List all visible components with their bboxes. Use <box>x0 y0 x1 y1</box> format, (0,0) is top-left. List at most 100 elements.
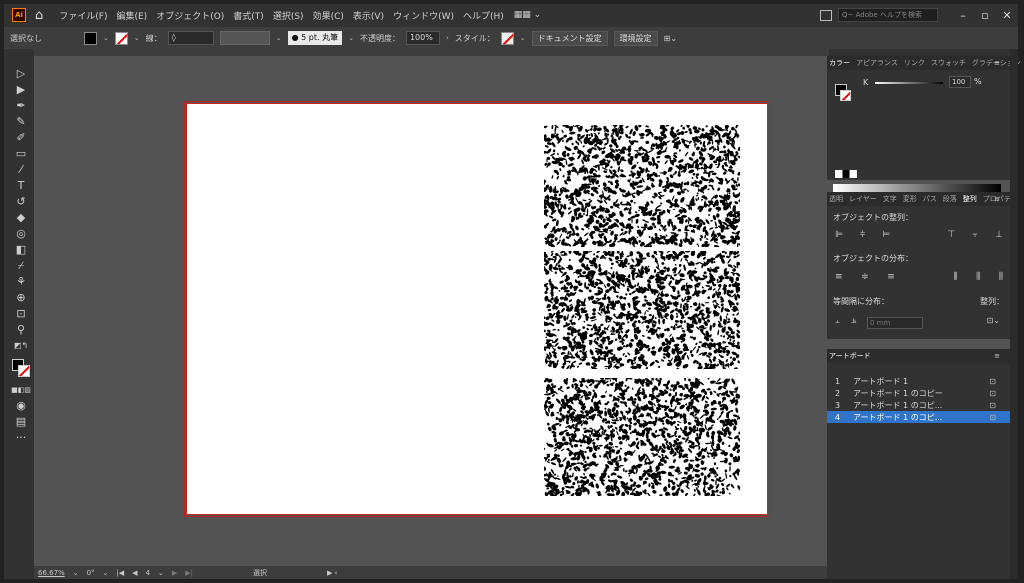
opacity-label[interactable]: 不透明度： <box>360 33 400 44</box>
warp-tool-icon[interactable]: ◎ <box>11 226 31 242</box>
help-search-input[interactable]: Q~ Adobe ヘルプを検索 <box>838 8 938 22</box>
color-stroke-swatch[interactable] <box>840 90 851 101</box>
draw-mode-icon[interactable]: ◉ <box>11 398 31 414</box>
tab-align[interactable]: 整列 <box>963 194 977 204</box>
menu-file[interactable]: ファイル(F) <box>59 9 107 22</box>
artboard-options-icon[interactable]: ⊡ <box>989 401 996 410</box>
more-tools-icon[interactable]: ··· <box>11 430 31 446</box>
status-arrows-icon[interactable]: ▶ ‹ <box>327 569 337 577</box>
align-to-dropdown-icon[interactable]: ⊡⌄ <box>987 316 1000 325</box>
tab-transform[interactable]: 変形 <box>903 194 917 204</box>
distribute-bottom-icon[interactable]: ≡ <box>887 272 895 282</box>
first-artboard-icon[interactable]: |◀ <box>116 569 124 577</box>
tab-swatches[interactable]: スウォッチ <box>931 58 966 68</box>
screen-mode-icon[interactable]: ▤ <box>11 414 31 430</box>
k-channel-input[interactable]: 100 <box>949 76 971 88</box>
k-channel-slider[interactable] <box>875 82 943 84</box>
rotate-tool-icon[interactable]: ↺ <box>11 194 31 210</box>
zoom-tool-icon[interactable]: ⚲ <box>11 322 31 338</box>
swap-fill-stroke-icon[interactable]: ◩↰ <box>11 338 31 354</box>
last-artboard-icon[interactable]: ▶| <box>185 569 193 577</box>
canvas-area[interactable] <box>34 56 829 566</box>
brush-definition-dropdown[interactable]: ● 5 pt. 丸筆 <box>287 31 343 45</box>
rotation-value[interactable]: 0° <box>87 569 95 577</box>
artboard-options-icon[interactable]: ⊡ <box>989 413 996 422</box>
blend-tool-icon[interactable]: ⚘ <box>11 274 31 290</box>
fill-swatch[interactable] <box>84 31 97 45</box>
preferences-button[interactable]: 環境設定 <box>613 30 658 46</box>
tab-layers[interactable]: レイヤー <box>849 194 877 204</box>
distribute-left-icon[interactable]: ⫼ <box>953 272 957 282</box>
artboard-name[interactable]: アートボード 1 のコピ... <box>853 412 942 423</box>
direct-selection-tool-icon[interactable]: ▶ <box>11 82 31 98</box>
artboard-list-item[interactable]: 1 アートボード 1 ⊡ <box>827 375 1010 387</box>
fill-stroke-indicator[interactable] <box>11 358 31 378</box>
gradient-tool-icon[interactable]: ◧ <box>11 242 31 258</box>
distribute-right-icon[interactable]: ⫼ <box>999 272 1003 282</box>
noise-pattern-block-1[interactable] <box>544 125 740 247</box>
align-bottom-icon[interactable]: ⊥ <box>995 230 1003 240</box>
chevron-down-icon[interactable]: ⌄ <box>103 569 109 577</box>
panel-menu-icon[interactable]: ≡ <box>994 59 1000 67</box>
arrange-icon[interactable]: ⊞⌄ <box>664 34 677 43</box>
tab-paragraph[interactable]: 段落 <box>943 194 957 204</box>
zoom-level[interactable]: 66.67% <box>38 569 65 577</box>
distribute-vcenter-icon[interactable]: ≑ <box>861 272 869 282</box>
prev-artboard-icon[interactable]: ◀ <box>132 569 137 577</box>
artboard-list-item-selected[interactable]: 4 アートボード 1 のコピ... ⊡ <box>827 411 1010 423</box>
artboard-name[interactable]: アートボード 1 のコピ... <box>853 400 942 411</box>
artboard-number[interactable]: 4 <box>146 569 150 577</box>
tab-appearance[interactable]: アピアランス <box>856 58 898 68</box>
next-artboard-icon[interactable]: ▶ <box>172 569 177 577</box>
stroke-swatch[interactable] <box>18 365 30 377</box>
artboard-list-item[interactable]: 3 アートボード 1 のコピ... ⊡ <box>827 399 1010 411</box>
align-vcenter-icon[interactable]: ⫟ <box>972 230 977 240</box>
panel-menu-icon[interactable]: ≡ <box>994 352 1000 360</box>
chevron-down-icon[interactable]: ⌄ <box>276 34 282 42</box>
menu-select[interactable]: 選択(S) <box>273 9 304 22</box>
arrange-documents-icon[interactable] <box>820 9 832 21</box>
opacity-input[interactable]: 100% <box>405 31 440 45</box>
chevron-down-icon[interactable]: ⌄ <box>134 34 140 42</box>
artboard-name[interactable]: アートボード 1 <box>853 376 908 387</box>
artboard-options-icon[interactable]: ⊡ <box>989 377 996 386</box>
distribute-vspace-icon[interactable]: ⫠ <box>835 316 840 326</box>
blob-brush-tool-icon[interactable]: ✐ <box>11 130 31 146</box>
workspace-switcher[interactable]: ▦▦ ⌄ <box>514 10 541 20</box>
align-left-icon[interactable]: ⊫ <box>835 230 843 240</box>
distribute-hspace-icon[interactable]: ⫡ <box>851 316 856 326</box>
artboard-tool-icon[interactable]: ⊡ <box>11 306 31 322</box>
none-black-white-swatches[interactable] <box>835 170 857 178</box>
type-tool-icon[interactable]: T <box>11 178 31 194</box>
tab-transparency[interactable]: 透明 <box>829 194 843 204</box>
minimize-button[interactable]: – <box>952 9 974 22</box>
rectangle-tool-icon[interactable]: ▭ <box>11 146 31 162</box>
artboard-name[interactable]: アートボード 1 のコピー <box>853 388 943 399</box>
chevron-down-icon[interactable]: ⌄ <box>103 34 109 42</box>
close-button[interactable]: ✕ <box>996 9 1018 22</box>
tab-links[interactable]: リンク <box>904 58 925 68</box>
curvature-tool-icon[interactable]: ✎ <box>11 114 31 130</box>
menu-edit[interactable]: 編集(E) <box>116 9 147 22</box>
menu-object[interactable]: オブジェクト(O) <box>156 9 224 22</box>
chevron-down-icon[interactable]: ⌄ <box>348 34 354 42</box>
tab-artboards[interactable]: アートボード <box>829 351 871 361</box>
align-right-icon[interactable]: ⊨ <box>882 230 890 240</box>
style-swatch[interactable] <box>500 31 514 45</box>
selection-tool-icon[interactable]: ▷ <box>11 66 31 82</box>
menu-view[interactable]: 表示(V) <box>353 9 384 22</box>
spacing-input[interactable]: 0 mm <box>867 317 923 329</box>
noise-pattern-block-2[interactable] <box>544 251 740 369</box>
restore-button[interactable]: ▫ <box>974 9 996 22</box>
panel-menu-icon[interactable]: ≡ <box>994 195 1000 203</box>
tab-color[interactable]: カラー <box>829 58 850 68</box>
menu-window[interactable]: ウィンドウ(W) <box>393 9 454 22</box>
tab-character[interactable]: 文字 <box>883 194 897 204</box>
align-top-icon[interactable]: ⊤ <box>947 230 955 240</box>
pen-tool-icon[interactable]: ✒ <box>11 98 31 114</box>
chevron-down-icon[interactable]: ⌄ <box>520 34 526 42</box>
shape-builder-tool-icon[interactable]: ⊕ <box>11 290 31 306</box>
tab-pathfinder[interactable]: パス <box>923 194 937 204</box>
chevron-right-icon[interactable]: › <box>446 34 449 42</box>
distribute-hcenter-icon[interactable]: ⫼ <box>976 272 980 282</box>
